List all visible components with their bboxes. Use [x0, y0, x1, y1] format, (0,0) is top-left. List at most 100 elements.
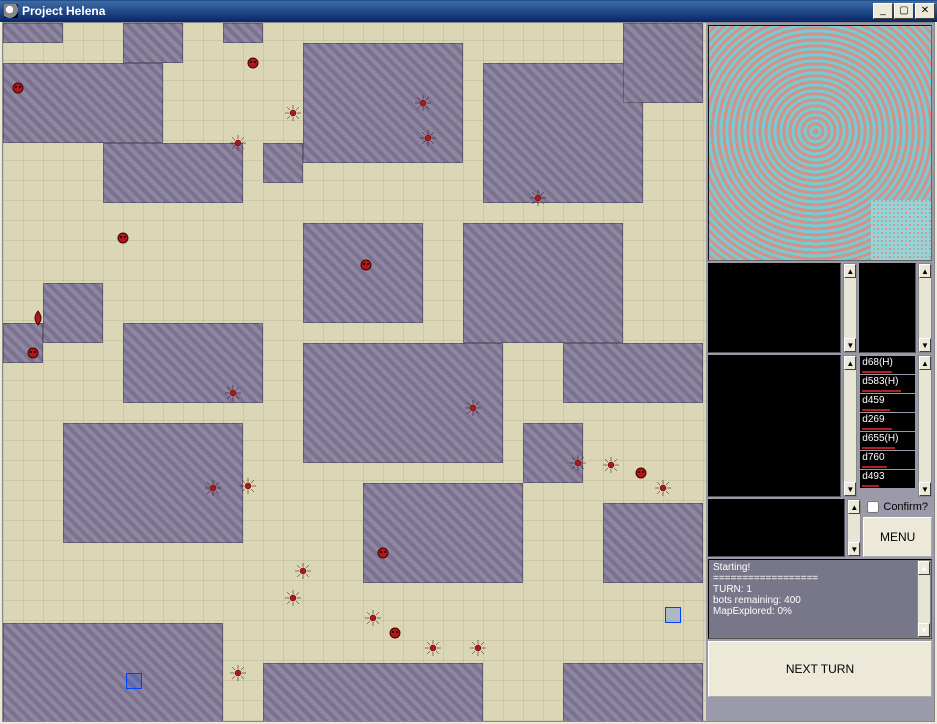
wall-tile [3, 63, 163, 143]
minimize-button[interactable]: _ [873, 3, 893, 19]
wall-tile [563, 663, 703, 721]
enemy-unit[interactable] [530, 190, 546, 206]
unit-list-item[interactable]: d68(H) [860, 356, 915, 374]
confirm-checkbox[interactable] [867, 501, 879, 513]
wall-tile [303, 43, 463, 163]
unit-id-label: d493 [862, 471, 884, 482]
enemy-unit[interactable] [655, 480, 671, 496]
enemy-unit[interactable] [365, 610, 381, 626]
chevron-up-icon[interactable]: ▲ [848, 500, 860, 514]
wall-tile [123, 23, 183, 63]
unit-hp-bar [862, 371, 892, 373]
chevron-down-icon[interactable]: ▼ [844, 482, 856, 496]
unit-id-label: d655(H) [862, 433, 898, 444]
map-marker[interactable] [126, 673, 142, 689]
enemy-unit[interactable] [420, 130, 436, 146]
chevron-down-icon[interactable]: ▼ [844, 338, 856, 352]
info-panel-2-scrollbar[interactable]: ▲ ▼ [918, 263, 932, 353]
order-panel-scrollbar[interactable]: ▲ ▼ [847, 499, 861, 557]
game-map[interactable] [3, 23, 706, 721]
enemy-unit[interactable] [470, 640, 486, 656]
confirm-row: Confirm? [863, 499, 932, 515]
chevron-up-icon[interactable]: ▲ [919, 264, 931, 278]
confirm-label: Confirm? [883, 501, 928, 513]
enemy-unit[interactable] [30, 310, 46, 326]
unit-list-scrollbar[interactable]: ▲ ▼ [918, 355, 932, 497]
wall-tile [563, 343, 703, 403]
wall-tile [603, 503, 703, 583]
wall-tile [3, 623, 223, 721]
wall-tile [223, 23, 263, 43]
enemy-unit[interactable] [10, 80, 26, 96]
info-panel-1-scrollbar[interactable]: ▲ ▼ [843, 263, 857, 353]
wall-tile [263, 663, 483, 721]
chevron-down-icon[interactable]: ▼ [919, 482, 931, 496]
unit-hp-bar [862, 447, 895, 449]
chevron-up-icon[interactable]: ▲ [844, 356, 856, 370]
chevron-down-icon[interactable]: ▼ [919, 338, 931, 352]
enemy-unit[interactable] [295, 563, 311, 579]
enemy-unit[interactable] [570, 455, 586, 471]
enemy-unit[interactable] [387, 625, 403, 641]
detail-panel-scrollbar[interactable]: ▲ ▼ [843, 355, 857, 497]
unit-hp-bar [862, 409, 889, 411]
enemy-unit[interactable] [375, 545, 391, 561]
message-log: Starting!==================TURN: 1bots r… [708, 559, 932, 639]
log-scrollbar[interactable]: ▲ ▼ [917, 560, 931, 638]
map-marker[interactable] [665, 607, 681, 623]
minimap[interactable] [708, 25, 932, 261]
chevron-up-icon[interactable]: ▲ [844, 264, 856, 278]
next-turn-button[interactable]: NEXT TURN [708, 641, 932, 697]
enemy-unit[interactable] [245, 55, 261, 71]
unit-list-item[interactable]: d760 [860, 451, 915, 469]
log-line: TURN: 1 [713, 584, 913, 595]
unit-hp-bar [862, 390, 900, 392]
unit-list-item[interactable]: d459 [860, 394, 915, 412]
wall-tile [363, 483, 523, 583]
chevron-up-icon[interactable]: ▲ [918, 561, 930, 575]
chevron-down-icon[interactable]: ▼ [918, 623, 930, 637]
unit-id-label: d68(H) [862, 357, 893, 368]
unit-id-label: d269 [862, 414, 884, 425]
enemy-unit[interactable] [115, 230, 131, 246]
enemy-unit[interactable] [230, 135, 246, 151]
enemy-unit[interactable] [285, 590, 301, 606]
enemy-unit[interactable] [240, 478, 256, 494]
side-panel: ▲ ▼ ▲ ▼ ▲ ▼ d68(H) d583(H) d459 d269 d655(H)… [706, 23, 934, 721]
maximize-button[interactable]: ▢ [894, 3, 914, 19]
wall-tile [103, 143, 243, 203]
enemy-unit[interactable] [603, 457, 619, 473]
wall-tile [623, 23, 703, 103]
log-line: ================== [713, 573, 913, 584]
log-line: bots remaining: 400 [713, 595, 913, 606]
enemy-unit[interactable] [225, 385, 241, 401]
unit-id-label: d583(H) [862, 376, 898, 387]
unit-list-item[interactable]: d583(H) [860, 375, 915, 393]
enemy-unit[interactable] [425, 640, 441, 656]
enemy-unit[interactable] [285, 105, 301, 121]
unit-list-item[interactable]: d493 [860, 470, 915, 488]
enemy-unit[interactable] [633, 465, 649, 481]
wall-tile [123, 323, 263, 403]
enemy-unit[interactable] [465, 400, 481, 416]
enemy-unit[interactable] [205, 480, 221, 496]
log-line: MapExplored: 0% [713, 606, 913, 617]
unit-id-label: d760 [862, 452, 884, 463]
enemy-unit[interactable] [415, 95, 431, 111]
chevron-up-icon[interactable]: ▲ [919, 356, 931, 370]
wall-tile [263, 143, 303, 183]
unit-hp-bar [862, 466, 887, 468]
unit-list-item[interactable]: d269 [860, 413, 915, 431]
info-panel-2 [859, 263, 916, 353]
menu-button[interactable]: MENU [863, 517, 932, 557]
chevron-down-icon[interactable]: ▼ [848, 542, 860, 556]
enemy-unit[interactable] [230, 665, 246, 681]
unit-list-item[interactable]: d655(H) [860, 432, 915, 450]
detail-panel [708, 355, 841, 497]
enemy-unit[interactable] [358, 257, 374, 273]
log-line: Starting! [713, 562, 913, 573]
app-icon [4, 4, 18, 18]
wall-tile [3, 23, 63, 43]
enemy-unit[interactable] [25, 345, 41, 361]
close-button[interactable]: ✕ [915, 3, 935, 19]
